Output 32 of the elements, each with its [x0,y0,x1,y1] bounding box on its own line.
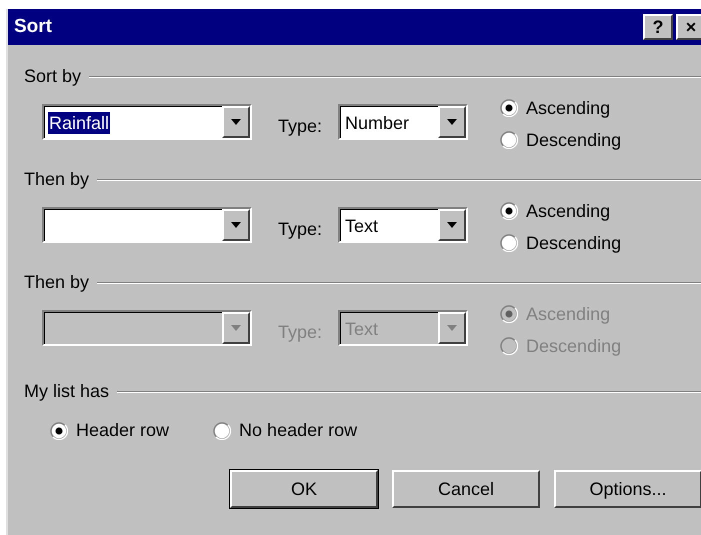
radio-label: Ascending [526,200,610,223]
radio-button[interactable] [500,131,518,149]
radio-label: Ascending [526,302,610,326]
type-label: Type: [278,321,322,344]
type-dropdown[interactable]: Number [338,104,468,140]
radio-button[interactable] [500,202,518,220]
dialog-button[interactable]: OK [230,470,378,508]
radio-label: Descending [526,128,622,152]
dialog-button[interactable]: Options... [554,470,701,508]
type-label: Type: [278,115,322,138]
radio-button[interactable] [500,234,518,252]
radio-label: Descending [526,232,622,255]
sort-field-dropdown[interactable] [42,207,252,243]
window-title: Sort [14,14,52,39]
group-label: Then by [24,271,90,294]
group-label: Sort by [24,65,82,88]
type-dropdown[interactable]: Text [338,207,468,243]
sort-field-dropdown[interactable]: Rainfall [42,104,252,140]
group-label: Then by [24,168,90,191]
help-button[interactable]: ? [643,14,673,40]
sort-field-dropdown[interactable] [42,310,252,346]
radio-label: Descending [526,334,622,358]
radio-label: Ascending [526,96,610,120]
close-button[interactable]: × [676,14,701,40]
radio-label: Header row [76,419,170,442]
radio-button[interactable] [50,422,68,440]
radio-label: No header row [239,419,358,442]
type-label: Type: [278,218,322,241]
group-label: My list has [24,380,110,403]
dialog-button[interactable]: Cancel [392,470,540,508]
radio-button[interactable] [213,422,232,440]
radio-button[interactable] [500,99,518,117]
